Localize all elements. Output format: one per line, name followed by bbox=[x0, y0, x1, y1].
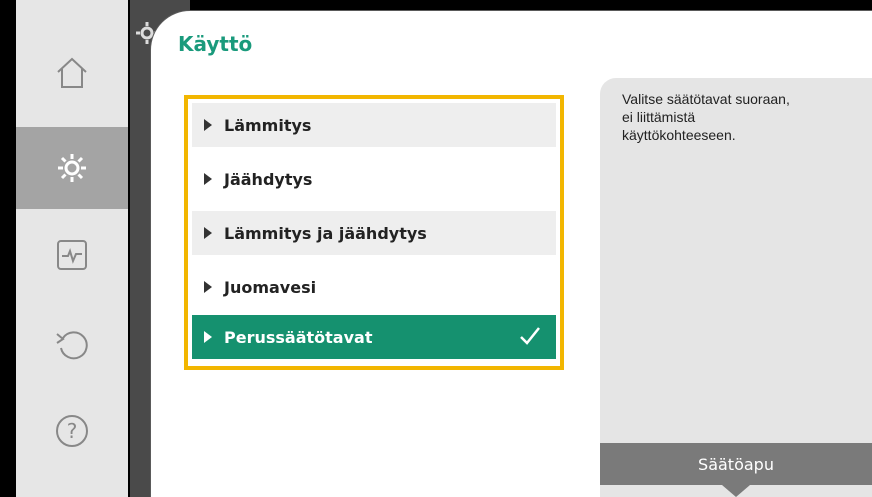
menu-item-drinking-water[interactable]: Juomavesi bbox=[192, 265, 556, 309]
chevron-right-icon bbox=[204, 331, 212, 343]
undo-icon bbox=[56, 331, 88, 360]
svg-text:?: ? bbox=[67, 419, 78, 443]
menu-item-label: Lämmitys ja jäähdytys bbox=[224, 223, 427, 243]
home-icon bbox=[57, 57, 87, 88]
nav-rail: ? bbox=[16, 0, 128, 497]
gear-icon bbox=[58, 154, 86, 182]
control-assistant-button[interactable]: Säätöapu bbox=[600, 443, 872, 485]
menu-item-heating[interactable]: Lämmitys bbox=[192, 103, 556, 147]
rail-item-settings[interactable] bbox=[16, 127, 128, 209]
button-notch bbox=[722, 485, 750, 497]
menu-item-cooling[interactable]: Jäähdytys bbox=[192, 157, 556, 201]
rail-item-diagnostics[interactable] bbox=[16, 214, 128, 296]
page-title: Käyttö bbox=[178, 32, 253, 56]
help-icon: ? bbox=[56, 415, 88, 447]
rail-item-help[interactable]: ? bbox=[16, 390, 128, 472]
rail-item-home[interactable] bbox=[16, 32, 128, 114]
chevron-right-icon bbox=[204, 119, 212, 131]
checkmark-icon bbox=[520, 327, 540, 345]
menu-item-heating-and-cooling[interactable]: Lämmitys ja jäähdytys bbox=[192, 211, 556, 255]
screen: ? Käyttö Lämmitys Jäähdytys Lämmitys ja … bbox=[0, 0, 872, 497]
help-text: Valitse säätötavat suoraan, ei liittämis… bbox=[622, 91, 790, 143]
chevron-right-icon bbox=[204, 173, 212, 185]
menu-item-label: Juomavesi bbox=[224, 277, 317, 297]
chevron-right-icon bbox=[204, 281, 212, 293]
diagnostics-icon bbox=[57, 240, 87, 270]
menu-item-label: Jäähdytys bbox=[224, 169, 313, 189]
menu-item-label: Lämmitys bbox=[224, 115, 312, 135]
chevron-right-icon bbox=[204, 227, 212, 239]
menu-item-label: Perussäätötavat bbox=[224, 327, 373, 347]
rail-item-undo[interactable] bbox=[16, 302, 128, 384]
menu-item-basic-control-modes[interactable]: Perussäätötavat bbox=[192, 315, 556, 359]
menu-list: Lämmitys Jäähdytys Lämmitys ja jäähdytys… bbox=[184, 95, 564, 370]
